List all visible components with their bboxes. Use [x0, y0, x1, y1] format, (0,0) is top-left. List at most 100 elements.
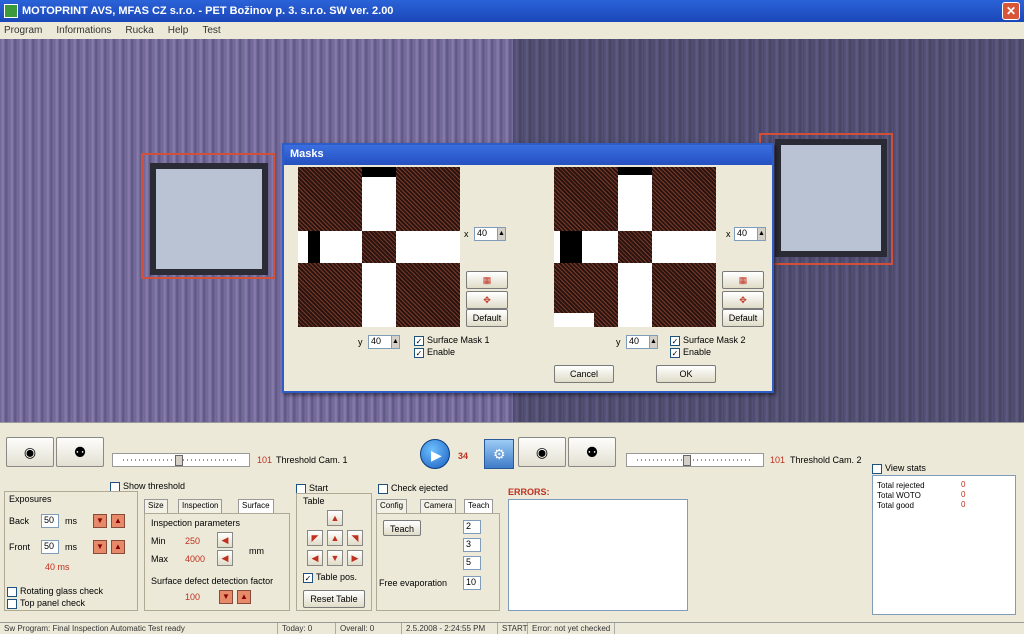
mask-1-enable-checkbox[interactable]: ✓ Enable: [414, 347, 455, 358]
status-start: START: [498, 623, 528, 634]
tab-teach[interactable]: Teach: [464, 499, 494, 513]
table-group: Table ▲ ◤ ▲ ◥ ◀ ▼ ▶ ✓ Table pos. Reset Ta…: [296, 493, 372, 611]
mask-2-y-label: y: [616, 337, 621, 347]
config-value-1[interactable]: 2: [463, 520, 481, 534]
play-count: 34: [458, 451, 469, 461]
object-window-1: [150, 163, 268, 275]
table-down-button[interactable]: ▼: [327, 550, 343, 566]
max-adjust-button[interactable]: ◀: [217, 550, 233, 566]
object-window-2: [775, 139, 887, 257]
ok-button[interactable]: OK: [656, 365, 716, 383]
mask-1-move-button[interactable]: ✥: [466, 291, 508, 309]
mask-2-x-label: x: [726, 229, 731, 239]
menu-bar: Program Informations Rucka Help Test: [0, 22, 1024, 39]
mask-2-preview[interactable]: [554, 167, 716, 327]
mask-2-enable-checkbox[interactable]: ✓ Enable: [670, 347, 711, 358]
threshold-2-label: Threshold Cam. 2: [790, 455, 862, 465]
exposures-title: Exposures: [9, 494, 52, 504]
mask-1-default-button[interactable]: Default: [466, 309, 508, 327]
mask-1-preview[interactable]: [298, 167, 460, 327]
back-label: Back: [9, 516, 30, 526]
window-titlebar: MOTOPRINT AVS, MFAS CZ s.r.o. - PET Boži…: [0, 0, 1024, 22]
threshold-slider-2[interactable]: [626, 453, 764, 467]
teach-button[interactable]: Teach: [383, 520, 421, 536]
tab-config[interactable]: Config: [376, 499, 408, 513]
mask-1-shrink-button[interactable]: ▦: [466, 271, 508, 289]
menu-program[interactable]: Program: [4, 25, 42, 36]
back-exposure-input[interactable]: 50: [41, 514, 59, 528]
table-right-button[interactable]: ▶: [347, 550, 363, 566]
menu-test[interactable]: Test: [202, 25, 220, 36]
table-pos-checkbox[interactable]: ✓ Table pos.: [303, 572, 357, 583]
menu-help[interactable]: Help: [168, 25, 189, 36]
tab-inspection[interactable]: Inspection: [178, 499, 223, 513]
front-exposure-input[interactable]: 50: [41, 540, 59, 554]
table-upleft-button[interactable]: ◤: [307, 530, 323, 546]
mask-2-y-input[interactable]: 40 ▲: [626, 335, 658, 349]
table-up-small-button[interactable]: ▲: [327, 510, 343, 526]
eye-icon: ◉: [23, 444, 37, 460]
threshold-slider-1[interactable]: [112, 453, 250, 467]
table-left-button[interactable]: ◀: [307, 550, 323, 566]
stats-row-3: Total good 0: [877, 500, 966, 510]
mask-1-surface-checkbox[interactable]: ✓ Surface Mask 1: [414, 335, 490, 346]
threshold-1-value: 101: [257, 455, 273, 465]
mask-2-surface-checkbox[interactable]: ✓ Surface Mask 2: [670, 335, 746, 346]
close-button[interactable]: ✕: [1002, 2, 1020, 20]
menu-rucka[interactable]: Rucka: [125, 25, 153, 36]
mask-2-shrink-button[interactable]: ▦: [722, 271, 764, 289]
settings-button[interactable]: ⚙: [484, 439, 514, 469]
back-decrease-button[interactable]: ▼: [93, 514, 107, 528]
status-bar: Sw Program: Final Inspection Automatic T…: [0, 622, 1024, 634]
factor-value: 100: [185, 592, 201, 602]
mask-1-y-input[interactable]: 40 ▲: [368, 335, 400, 349]
front-increase-button[interactable]: ▲: [111, 540, 125, 554]
table-upright-button[interactable]: ◥: [347, 530, 363, 546]
free-evaporation-label: Free evaporation: [379, 578, 448, 588]
min-adjust-button[interactable]: ◀: [217, 532, 233, 548]
mask-2-default-button[interactable]: Default: [722, 309, 764, 327]
rotating-glass-checkbox[interactable]: Rotating glass check: [7, 586, 103, 597]
front-label: Front: [9, 542, 31, 552]
top-panel-checkbox[interactable]: Top panel check: [7, 598, 85, 609]
dialog-title: Masks: [284, 145, 772, 165]
inspection-group: Inspection parameters Min 250 ◀ Max 4000…: [144, 513, 290, 611]
status-error: Error: not yet checked: [528, 623, 616, 634]
cancel-button[interactable]: Cancel: [554, 365, 614, 383]
table-title: Table: [303, 496, 325, 506]
errors-list: [508, 499, 688, 611]
mask-2-move-button[interactable]: ✥: [722, 291, 764, 309]
table-up-button[interactable]: ▲: [327, 530, 343, 546]
mask-2-x-input[interactable]: 40 ▲: [734, 227, 766, 241]
min-value: 250: [185, 536, 201, 546]
tab-camera[interactable]: Camera: [420, 499, 457, 513]
front-decrease-button[interactable]: ▼: [93, 540, 107, 554]
eye-button-2[interactable]: ◉: [518, 437, 566, 467]
tab-surface[interactable]: Surface: [238, 499, 274, 513]
tab-size[interactable]: Size: [144, 499, 168, 513]
front-unit: ms: [65, 542, 77, 552]
config-value-2[interactable]: 3: [463, 538, 481, 552]
capture-button-1[interactable]: ⚉: [56, 437, 104, 467]
back-increase-button[interactable]: ▲: [111, 514, 125, 528]
mask-1-x-input[interactable]: 40 ▲: [474, 227, 506, 241]
check-ejected-checkbox[interactable]: Check ejected: [378, 483, 448, 494]
status-datetime: 2.5.2008 - 2:24:55 PM: [402, 623, 498, 634]
surface-factor-title: Surface defect detection factor: [151, 576, 274, 586]
reset-table-button[interactable]: Reset Table: [303, 590, 365, 608]
mask-1-y-label: y: [358, 337, 363, 347]
free-evaporation-input[interactable]: 10: [463, 576, 481, 590]
play-button[interactable]: ▶: [420, 439, 450, 469]
view-stats-checkbox[interactable]: View stats: [872, 463, 926, 474]
menu-informations[interactable]: Informations: [56, 25, 111, 36]
capture-button-2[interactable]: ⚉: [568, 437, 616, 467]
min-label: Min: [151, 536, 166, 546]
factor-increase-button[interactable]: ▲: [237, 590, 251, 604]
config-value-3[interactable]: 5: [463, 556, 481, 570]
factor-decrease-button[interactable]: ▼: [219, 590, 233, 604]
size-unit: mm: [249, 546, 264, 556]
errors-title: ERRORS:: [508, 487, 550, 497]
eye-button-1[interactable]: ◉: [6, 437, 54, 467]
camera-icon: ⚉: [585, 444, 599, 460]
window-title: MOTOPRINT AVS, MFAS CZ s.r.o. - PET Boži…: [22, 5, 394, 17]
